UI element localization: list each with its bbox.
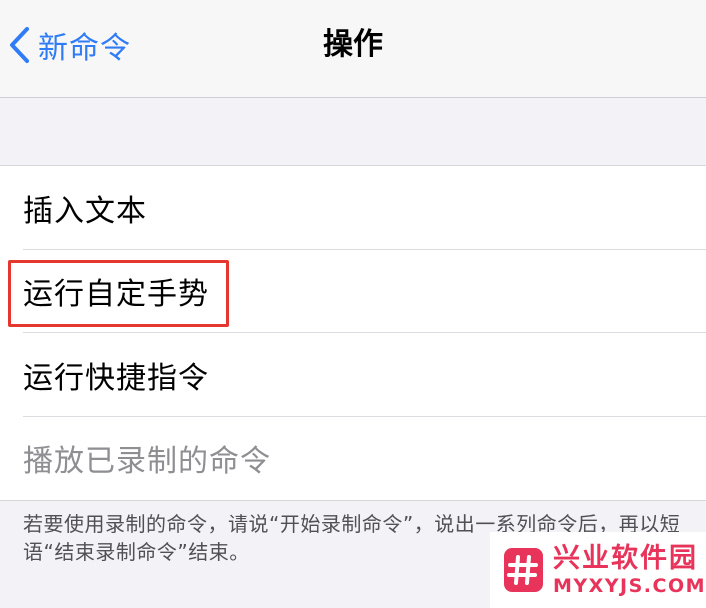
- watermark-text: 兴业软件园 MYXYJS.COM: [553, 543, 706, 597]
- list-item-label: 运行自定手势: [23, 277, 209, 313]
- action-insert-text[interactable]: 插入文本: [0, 166, 706, 250]
- list-item-label: 播放已录制的命令: [23, 444, 271, 480]
- navigation-bar: 新命令 操作: [0, 0, 706, 98]
- hash-logo-icon: [504, 548, 543, 592]
- page-title: 操作: [323, 27, 383, 62]
- list-item-label: 插入文本: [23, 193, 147, 229]
- watermark: 兴业软件园 MYXYJS.COM: [490, 532, 706, 608]
- action-play-recorded-command: 播放已录制的命令: [0, 417, 706, 501]
- watermark-title: 兴业软件园: [552, 543, 698, 574]
- watermark-url: MYXYJS.COM: [552, 575, 706, 597]
- actions-list: 插入文本 运行自定手势 运行快捷指令 播放已录制的命令: [0, 165, 706, 501]
- action-run-custom-gesture[interactable]: 运行自定手势: [0, 250, 706, 334]
- section-spacer: [0, 98, 706, 165]
- list-item-label: 运行快捷指令: [23, 360, 209, 396]
- action-run-shortcut[interactable]: 运行快捷指令: [0, 333, 706, 417]
